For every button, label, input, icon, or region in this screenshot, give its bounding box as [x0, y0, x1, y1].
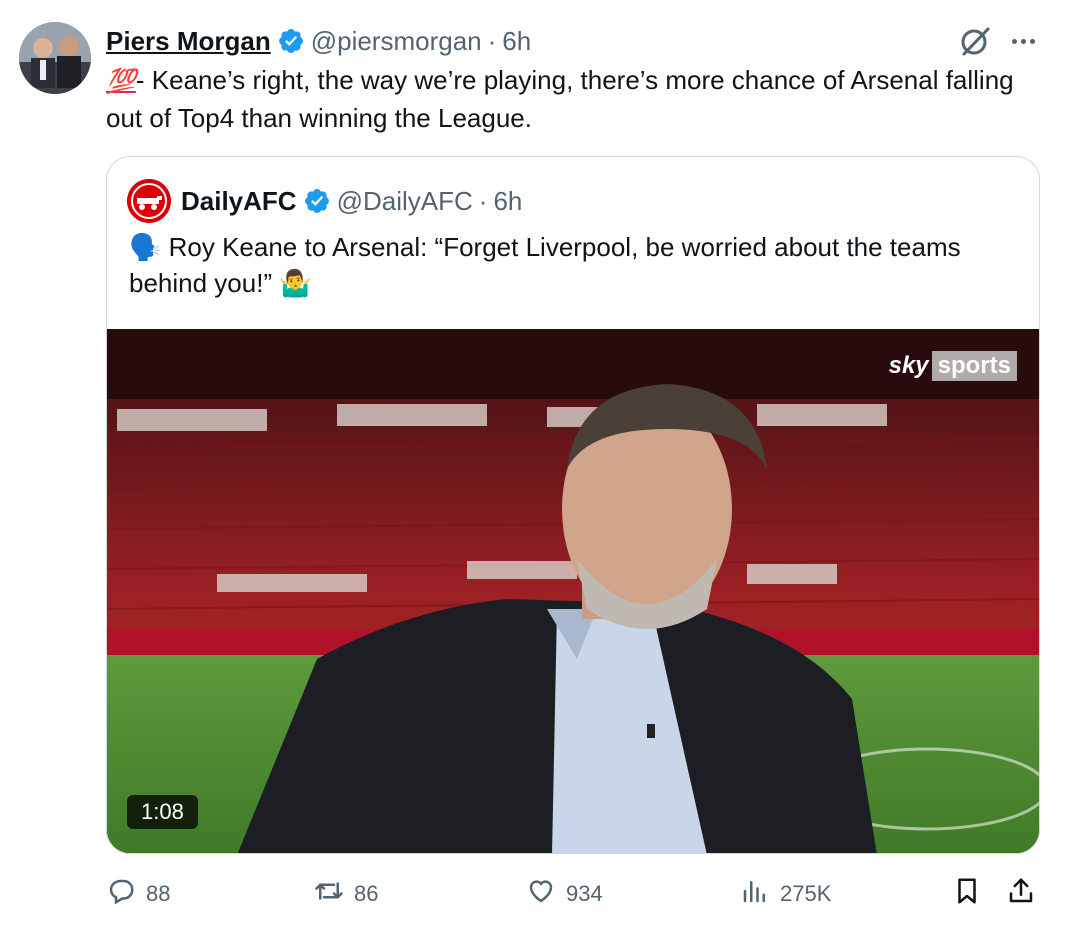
- reply-button[interactable]: 88: [106, 874, 170, 914]
- views-button[interactable]: 275K: [740, 874, 831, 914]
- share-icon: [1006, 876, 1036, 912]
- tweet-header: Piers Morgan @piersmorgan · 6h: [106, 24, 531, 58]
- video-player[interactable]: sky sports 1:08: [107, 329, 1039, 853]
- quoted-tweet-text: 🗣️ Roy Keane to Arsenal: “Forget Liverpo…: [129, 229, 1029, 301]
- sky-sports-logo: sky sports: [889, 351, 1017, 381]
- video-duration-badge: 1:08: [127, 795, 198, 829]
- repost-button[interactable]: 86: [314, 874, 378, 914]
- tweet-body: - Keane’s right, the way we’re playing, …: [106, 65, 1014, 133]
- quoted-author-name: DailyAFC: [181, 185, 297, 216]
- action-bar: 88 86 934 275K: [106, 874, 1046, 914]
- like-button[interactable]: 934: [526, 874, 603, 914]
- author-name[interactable]: Piers Morgan: [106, 26, 271, 57]
- separator-dot: ·: [487, 25, 497, 56]
- quoted-author-handle: @DailyAFC: [336, 185, 473, 216]
- hundred-emoji: 💯: [106, 68, 136, 95]
- views-icon: [740, 876, 770, 912]
- tweet-text: 💯- Keane’s right, the way we’re playing,…: [106, 62, 1036, 136]
- author-avatar[interactable]: [19, 22, 91, 94]
- like-icon: [526, 876, 556, 912]
- tweet-time[interactable]: 6h: [502, 26, 531, 57]
- grok-icon[interactable]: [958, 24, 992, 58]
- separator-dot: ·: [478, 185, 488, 216]
- share-button[interactable]: [1006, 874, 1036, 914]
- author-handle[interactable]: @piersmorgan: [311, 26, 482, 57]
- quoted-tweet[interactable]: DailyAFC @DailyAFC · 6h 🗣️ Roy Keane to …: [106, 156, 1040, 854]
- repost-count: 86: [354, 881, 379, 906]
- speaking-head-emoji: 🗣️: [129, 232, 162, 262]
- quoted-tweet-header: DailyAFC @DailyAFC · 6h: [127, 179, 522, 223]
- shrug-emoji: 🤷‍♂️: [279, 268, 312, 298]
- like-count: 934: [566, 881, 603, 906]
- bookmark-button[interactable]: [952, 874, 982, 914]
- bookmark-icon: [952, 876, 982, 912]
- more-icon[interactable]: [1004, 24, 1042, 58]
- verified-icon: [303, 187, 331, 215]
- video-frame: [107, 329, 1039, 853]
- quoted-author-avatar: [127, 179, 171, 223]
- repost-icon: [314, 876, 344, 912]
- verified-icon: [277, 27, 305, 55]
- reply-icon: [106, 876, 136, 912]
- reply-count: 88: [146, 881, 171, 906]
- quoted-tweet-body: Roy Keane to Arsenal: “Forget Liverpool,…: [129, 232, 961, 298]
- quoted-tweet-time: 6h: [493, 185, 523, 216]
- views-count: 275K: [780, 881, 832, 906]
